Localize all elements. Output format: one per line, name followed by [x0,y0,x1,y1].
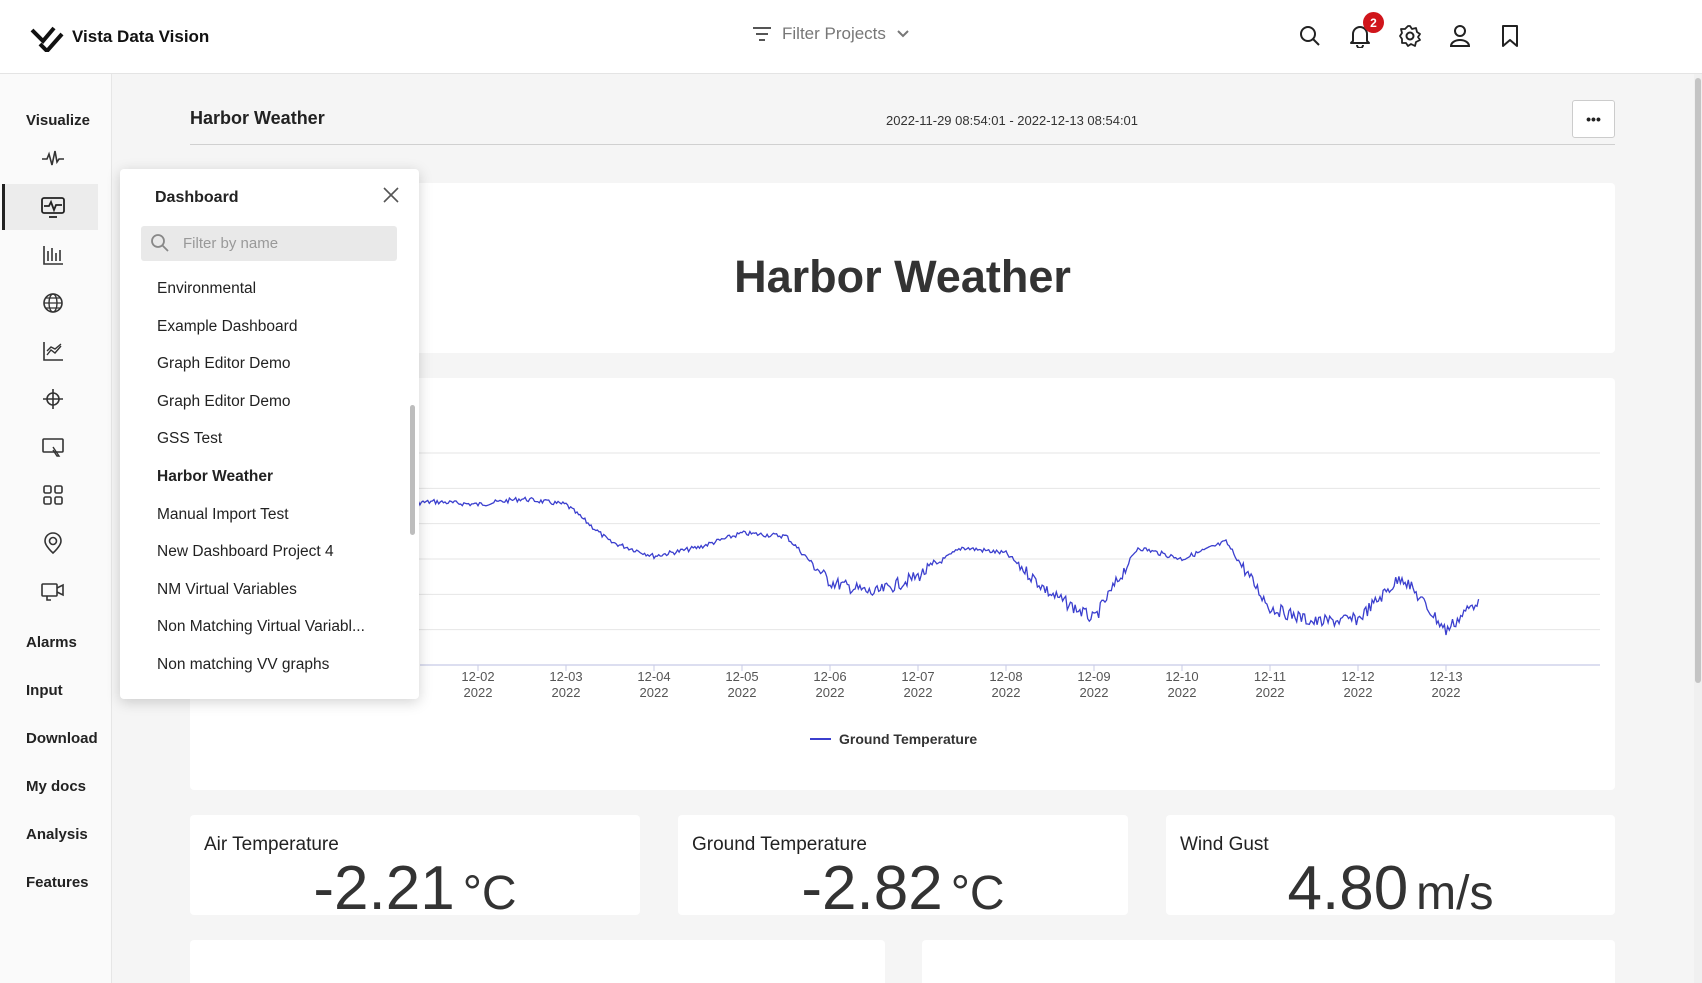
stat-value: -2.21 °C [190,853,640,924]
sidebar-features[interactable]: Features [26,874,89,891]
x-tick-label: 2022 [1432,685,1461,700]
bar-chart-icon[interactable] [40,242,66,268]
filter-projects-label: Filter Projects [782,24,886,43]
x-tick-label: 2022 [464,685,493,700]
dashboard-search-input[interactable] [183,226,388,261]
dashboard-icon[interactable] [40,194,66,220]
notification-badge: 2 [1363,12,1384,33]
stat-card-air-temperature: Air Temperature -2.21 °C [190,815,640,923]
gear-icon[interactable] [1398,22,1422,50]
chart-legend[interactable]: Ground Temperature [810,731,977,747]
top-bar: Vista Data Vision Filter Projects 2 [0,0,1702,74]
x-tick-label: 12-04 [637,669,670,684]
header-divider [190,144,1615,145]
search-icon[interactable] [1298,22,1322,50]
stat-value: 4.80 m/s [1166,853,1615,924]
dashboard-list-item[interactable]: Non Matching Virtual Variabl... [157,608,397,646]
close-icon[interactable] [381,185,401,205]
dashboard-list-item[interactable]: Harbor Weather [157,458,397,496]
dashboard-list: Environmental Example Dashboard Graph Edit… [157,270,397,684]
stat-unit: °C [950,867,1005,920]
dashboard-list-item[interactable]: New Dashboard Project 4 [157,533,397,571]
x-tick-label: 12-10 [1165,669,1198,684]
sidebar: Visualize Alarms Input Download My docs … [0,74,112,983]
x-tick-label: 2022 [1080,685,1109,700]
line-chart-icon[interactable] [40,338,66,364]
x-tick-label: 12-07 [901,669,934,684]
dashboard-list-item[interactable]: Non matching VV graphs [157,646,397,684]
sidebar-input[interactable]: Input [26,682,63,699]
dashboard-list-item[interactable]: Graph Editor Demo [157,383,397,421]
series-line-ground-temperature [389,496,1480,636]
page-title: Harbor Weather [190,108,325,128]
crosshair-icon[interactable] [40,386,66,412]
presentation-icon[interactable] [40,434,66,460]
x-tick-label: 12-13 [1429,669,1462,684]
dashboard-list-item[interactable]: NM Virtual Variables [157,571,397,609]
dashboard-list-item[interactable]: Manual Import Test [157,496,397,534]
bookmark-icon[interactable] [1498,22,1522,50]
stat-number: -2.21 [313,854,455,923]
dashboard-list-item[interactable]: Graph Editor Demo [157,345,397,383]
stat-card-wind-gust: Wind Gust 4.80 m/s [1166,815,1615,923]
stat-unit: °C [462,867,517,920]
filter-icon [753,27,771,41]
x-tick-label: 2022 [1344,685,1373,700]
stat-card-ground-temperature: Ground Temperature -2.82 °C [678,815,1128,923]
sidebar-alarms[interactable]: Alarms [26,634,77,651]
grid-icon[interactable] [40,482,66,508]
sidebar-download[interactable]: Download [26,730,98,747]
x-tick-label: 12-11 [1254,669,1286,684]
x-tick-label: 12-09 [1077,669,1110,684]
filter-projects-dropdown[interactable]: Filter Projects [752,24,910,44]
globe-icon[interactable] [40,290,66,316]
x-tick-label: 2022 [1168,685,1197,700]
dashboard-list-item[interactable]: Example Dashboard [157,308,397,346]
pulse-icon[interactable] [40,146,66,172]
x-tick-label: 12-12 [1341,669,1374,684]
video-icon[interactable] [40,578,66,604]
search-icon [150,233,170,253]
date-range[interactable]: 2022-11-29 08:54:01 - 2022-12-13 08:54:0… [886,113,1138,128]
page-scrollbar[interactable] [1694,74,1702,983]
sidebar-visualize[interactable]: Visualize [26,112,90,129]
stat-value: -2.82 °C [678,853,1128,924]
chevron-down-icon [897,30,909,38]
bell-icon[interactable]: 2 [1348,12,1384,50]
stat-unit: m/s [1416,867,1494,920]
stat-number: -2.82 [801,854,943,923]
panel-scrollbar-thumb[interactable] [410,405,415,535]
map-pin-icon[interactable] [40,530,66,556]
legend-label: Ground Temperature [839,731,977,747]
widget-card [922,940,1615,983]
x-tick-label: 2022 [904,685,933,700]
x-tick-label: 2022 [992,685,1021,700]
sidebar-analysis[interactable]: Analysis [26,826,88,843]
stat-number: 4.80 [1287,854,1409,923]
x-tick-label: 12-06 [813,669,846,684]
panel-search-box [141,226,397,261]
page-scrollbar-thumb[interactable] [1695,78,1701,683]
logo-icon [30,26,64,52]
user-icon[interactable] [1448,22,1472,50]
dashboard-list-item[interactable]: Environmental [157,270,397,308]
x-tick-label: 12-05 [725,669,758,684]
x-tick-label: 2022 [728,685,757,700]
sidebar-my-docs[interactable]: My docs [26,778,86,795]
app-name: Vista Data Vision [72,27,210,46]
x-tick-label: 12-02 [461,669,494,684]
x-tick-label: 2022 [816,685,845,700]
dashboard-selector-panel: Dashboard EnvironmentalExample Dashboard… [120,169,419,699]
app-logo[interactable]: Vista Data Vision [30,22,209,52]
x-tick-label: 2022 [640,685,669,700]
widget-card [190,940,885,983]
panel-title: Dashboard [155,189,239,206]
x-tick-label: 2022 [552,685,581,700]
x-tick-label: 12-03 [549,669,582,684]
x-tick-label: 12-08 [989,669,1022,684]
x-tick-label: 2022 [1256,685,1285,700]
dashboard-list-item[interactable]: GSS Test [157,420,397,458]
more-options-button[interactable]: ••• [1572,100,1615,138]
